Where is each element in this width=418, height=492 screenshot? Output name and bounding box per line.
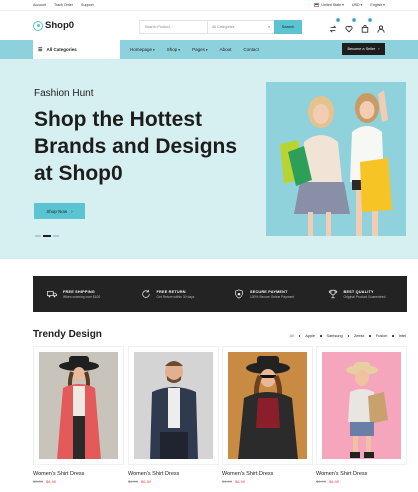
product-image[interactable]	[134, 352, 213, 459]
menu-icon: ☰	[38, 46, 43, 53]
tab-all[interactable]: All	[290, 334, 294, 338]
hero-subtitle: Fashion Hunt	[34, 88, 94, 99]
support-link[interactable]: Support	[81, 3, 94, 7]
logo-icon	[33, 20, 43, 31]
tab-fusion[interactable]: Fusion	[376, 334, 387, 338]
feature-best-quality: BEST QUALITY Original Product Guarenteed	[314, 289, 408, 299]
hero-title: Shop the Hottest Brands and Designs at S…	[34, 108, 238, 185]
compare-button[interactable]: 2	[329, 18, 340, 33]
slider-dots	[35, 235, 59, 237]
header: Shop0 Search Product... All Categories ▾ …	[0, 11, 418, 40]
logo[interactable]: Shop0	[33, 20, 74, 31]
product-card[interactable]: Women's Shirt Dress $9.99 $6.99	[128, 346, 219, 484]
chevron-down-icon: ▾	[153, 48, 155, 52]
slider-dot[interactable]	[35, 235, 41, 237]
chevron-right-icon: ›	[378, 47, 380, 51]
chevron-down-icon: ▾	[268, 25, 270, 29]
all-categories-button[interactable]: ☰ All Categories	[33, 40, 120, 59]
product-name[interactable]: Women's Shirt Dress	[33, 471, 124, 477]
search-bar: Search Product... All Categories ▾ Search	[139, 19, 302, 34]
return-icon	[141, 289, 150, 298]
language-select[interactable]: English ▾	[370, 3, 385, 7]
product-name[interactable]: Women's Shirt Dress	[222, 471, 313, 477]
nav-item-shop[interactable]: Shop▾	[167, 47, 180, 52]
product-price: $9.99 $6.99	[128, 479, 152, 484]
nav-item-contact[interactable]: Contact	[243, 47, 259, 52]
product-image[interactable]	[39, 352, 118, 459]
chevron-down-icon: ▾	[178, 48, 181, 52]
category-tabs: All Apple Samsung Zeesx Fusion Intel	[290, 334, 406, 338]
product-image[interactable]	[228, 352, 307, 459]
feature-free-shipping: FREE SHIPPING When ordering over $100	[33, 289, 127, 299]
slider-dot[interactable]	[53, 235, 59, 237]
currency-select[interactable]: USD ▾	[352, 3, 362, 7]
country-select[interactable]: United State ▾	[314, 3, 344, 7]
product-price: $9.99 $6.99	[222, 479, 246, 484]
search-button[interactable]: Search	[274, 19, 302, 34]
product-card[interactable]: Women's Shirt Dress $9.99 $6.99	[316, 346, 407, 484]
nav-item-pages[interactable]: Pages▾	[192, 47, 208, 52]
become-seller-button[interactable]: Become a Seller ›	[342, 43, 385, 55]
chevron-right-icon: ›	[71, 208, 73, 214]
heart-icon	[345, 25, 353, 33]
hero-image	[266, 82, 406, 236]
trophy-icon	[328, 289, 337, 299]
product-price: $9.99 $6.99	[33, 479, 57, 484]
track-order-link[interactable]: Track Order	[54, 3, 73, 7]
category-select[interactable]: All Categories ▾	[207, 21, 274, 33]
slider-dot-active[interactable]	[43, 235, 51, 237]
wishlist-button[interactable]: 1	[345, 18, 356, 33]
bag-icon	[361, 25, 369, 33]
cart-badge: 1	[368, 18, 372, 22]
product-card[interactable]: Women's Shirt Dress $9.99 $6.99	[33, 346, 124, 484]
tab-samsung[interactable]: Samsung	[327, 334, 343, 338]
flag-icon	[314, 3, 320, 7]
user-icon	[377, 25, 385, 33]
tab-zeesx[interactable]: Zeesx	[354, 334, 364, 338]
nav-item-homepage[interactable]: Homepage▾	[130, 47, 155, 52]
main-nav: ☰ All Categories Homepage▾ Shop▾ Pages▾ …	[0, 40, 418, 59]
section-title: Trendy Design	[33, 329, 102, 340]
wishlist-badge: 1	[352, 18, 356, 22]
account-link[interactable]: Account	[33, 3, 46, 7]
cart-button[interactable]: 1	[361, 18, 372, 33]
top-bar: Account Track Order Support United State…	[0, 0, 418, 11]
hero-banner: Fashion Hunt Shop the Hottest Brands and…	[0, 59, 418, 259]
shop-now-button[interactable]: Shop Now ›	[34, 203, 85, 219]
feature-free-return: FREE RETURN Get Return within 30 days	[127, 289, 221, 299]
shield-icon	[235, 289, 243, 299]
compare-badge: 2	[336, 18, 340, 22]
tab-apple[interactable]: Apple	[305, 334, 315, 338]
product-card[interactable]: Women's Shirt Dress $9.99 $6.99	[222, 346, 313, 484]
product-price: $9.99 $6.99	[316, 479, 340, 484]
account-button[interactable]	[377, 20, 385, 33]
search-input[interactable]: Search Product...	[140, 25, 207, 29]
nav-item-about[interactable]: About	[220, 47, 232, 52]
chevron-down-icon: ▾	[205, 48, 208, 52]
product-image[interactable]	[322, 352, 401, 459]
tab-intel[interactable]: Intel	[399, 334, 406, 338]
compare-icon	[329, 25, 337, 33]
features-bar: FREE SHIPPING When ordering over $100 FRE…	[33, 276, 407, 312]
product-name[interactable]: Women's Shirt Dress	[128, 471, 219, 477]
truck-icon	[47, 291, 57, 298]
product-name[interactable]: Women's Shirt Dress	[316, 471, 407, 477]
feature-secure-payment: SECURE PAYMENT 100% Secure Online Payment	[220, 289, 314, 299]
